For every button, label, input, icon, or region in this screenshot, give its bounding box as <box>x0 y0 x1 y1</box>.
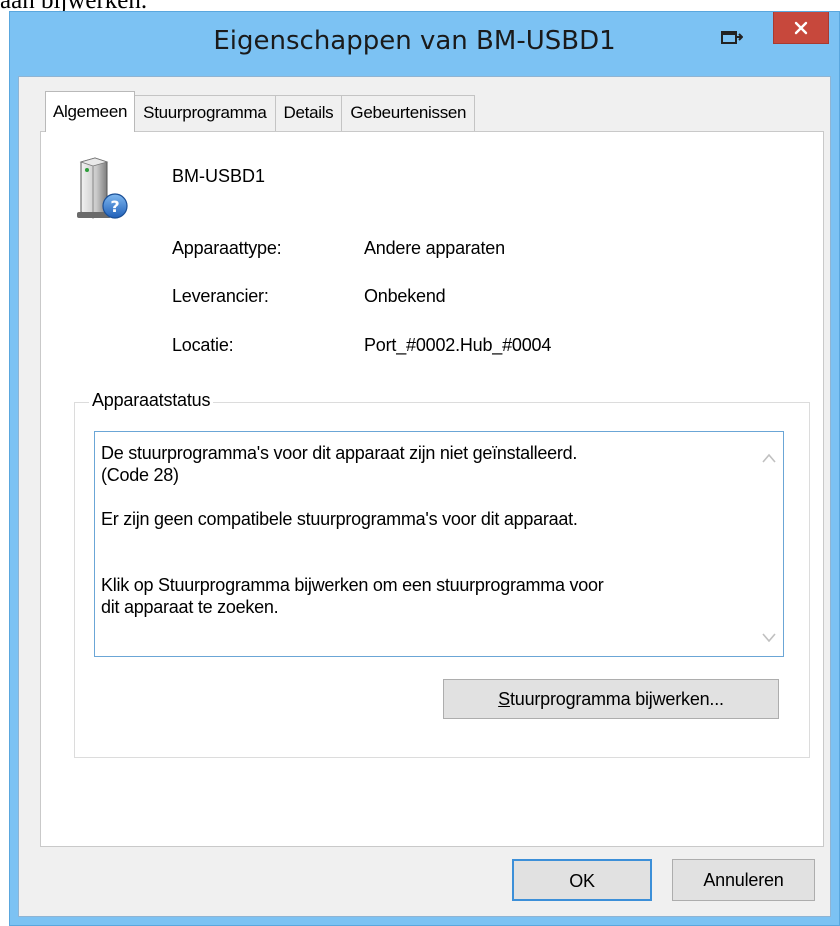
update-driver-accel: S <box>498 689 510 709</box>
scroll-up-icon[interactable] <box>761 452 777 464</box>
device-type-value: Andere apparaten <box>364 238 505 258</box>
cancel-button[interactable]: Annuleren <box>672 859 815 901</box>
svg-text:?: ? <box>110 197 119 216</box>
properties-window: Eigenschappen van BM-USBD1 Algemeen Stuu… <box>9 11 840 926</box>
manufacturer-value: Onbekend <box>364 286 446 306</box>
title-bar[interactable]: Eigenschappen van BM-USBD1 <box>10 12 839 76</box>
device-status-textbox[interactable]: De stuurprogramma's voor dit apparaat zi… <box>94 431 784 657</box>
scroll-down-icon[interactable] <box>761 632 777 644</box>
ok-button[interactable]: OK <box>512 859 652 901</box>
device-status-text: De stuurprogramma's voor dit apparaat zi… <box>101 443 604 617</box>
update-driver-label: tuurprogramma bijwerken... <box>509 689 724 709</box>
update-driver-button[interactable]: Stuurprogramma bijwerken... <box>443 679 779 719</box>
device-status-group: Apparaatstatus De stuurprogramma's voor … <box>74 390 810 758</box>
tab-stuurprogramma[interactable]: Stuurprogramma <box>134 95 276 131</box>
close-button[interactable] <box>773 12 829 44</box>
tab-gebeurtenissen[interactable]: Gebeurtenissen <box>341 95 476 131</box>
location-value: Port_#0002.Hub_#0004 <box>364 335 552 355</box>
device-type-label: Apparaattype: <box>172 238 282 258</box>
tab-strip: Algemeen Stuurprogramma Details Gebeurte… <box>45 91 476 132</box>
unknown-device-icon: ? <box>77 157 128 219</box>
manufacturer-label: Leverancier: <box>172 286 269 306</box>
window-title: Eigenschappen van BM-USBD1 <box>213 26 616 56</box>
device-name: BM-USBD1 <box>172 166 266 186</box>
help-icon[interactable] <box>721 30 743 46</box>
dialog-client: Algemeen Stuurprogramma Details Gebeurte… <box>18 76 831 917</box>
tab-algemeen[interactable]: Algemeen <box>45 91 136 132</box>
tab-details[interactable]: Details <box>274 95 343 131</box>
device-status-legend: Apparaatstatus <box>89 390 214 411</box>
tab-panel-general: ? BM-USBD1 Apparaattype: Andere apparate… <box>40 131 824 847</box>
location-label: Locatie: <box>172 335 234 355</box>
close-icon <box>794 21 808 34</box>
